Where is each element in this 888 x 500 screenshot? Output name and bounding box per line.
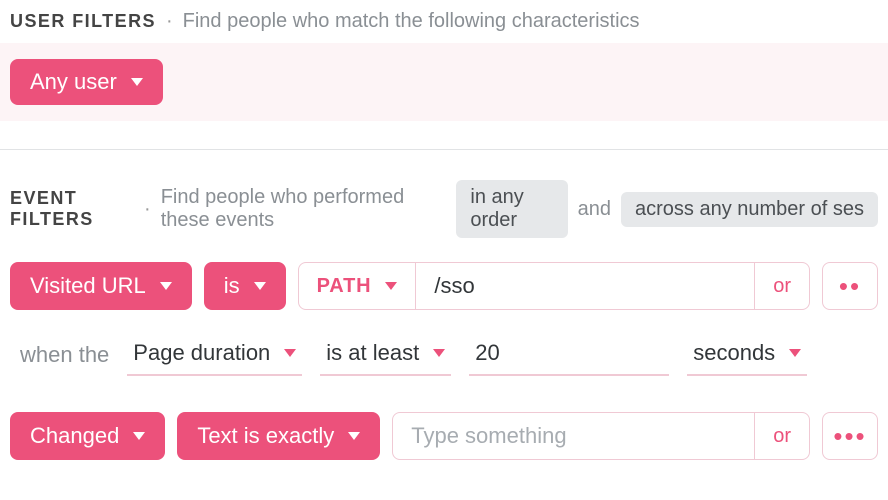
chevron-down-icon bbox=[348, 432, 360, 440]
user-filters-title: USER FILTERS bbox=[10, 11, 156, 32]
section-divider bbox=[0, 149, 888, 150]
url-path-input[interactable] bbox=[416, 263, 754, 309]
operator-is-label: is bbox=[224, 273, 240, 299]
unit-dropdown[interactable]: seconds bbox=[687, 334, 807, 376]
comparator-label: is at least bbox=[326, 340, 419, 366]
chevron-down-icon bbox=[133, 432, 145, 440]
event-filters-title: EVENT FILTERS bbox=[10, 188, 134, 230]
and-text: and bbox=[578, 198, 611, 221]
visited-url-label: Visited URL bbox=[30, 273, 146, 299]
event-row-visited-url: Visited URL is PATH or •• bbox=[0, 248, 888, 324]
separator-dot: · bbox=[144, 198, 151, 221]
url-match-group: PATH or bbox=[298, 262, 810, 310]
event-when-row: when the Page duration is at least secon… bbox=[0, 324, 888, 398]
event-row-changed: Changed Text is exactly or ••• bbox=[0, 398, 888, 474]
text-is-exactly-dropdown[interactable]: Text is exactly bbox=[177, 412, 380, 460]
text-is-exactly-label: Text is exactly bbox=[197, 423, 334, 449]
metric-label: Page duration bbox=[133, 340, 270, 366]
user-filters-header: USER FILTERS · Find people who match the… bbox=[0, 0, 888, 43]
chevron-down-icon bbox=[789, 349, 801, 357]
duration-value-input[interactable] bbox=[469, 334, 669, 376]
chevron-down-icon bbox=[284, 349, 296, 357]
chevron-down-icon bbox=[385, 282, 397, 290]
unit-label: seconds bbox=[693, 340, 775, 366]
event-filters-header: EVENT FILTERS · Find people who performe… bbox=[0, 170, 888, 248]
user-filters-row: Any user bbox=[0, 43, 888, 121]
operator-is-dropdown[interactable]: is bbox=[204, 262, 286, 310]
metric-dropdown[interactable]: Page duration bbox=[127, 334, 302, 376]
any-user-label: Any user bbox=[30, 69, 117, 95]
order-chip[interactable]: in any order bbox=[456, 180, 567, 238]
chevron-down-icon bbox=[131, 78, 143, 86]
more-options-button[interactable]: ••• bbox=[822, 412, 878, 460]
chevron-down-icon bbox=[433, 349, 445, 357]
event-filters-description: Find people who performed these events bbox=[161, 186, 447, 232]
text-match-input[interactable] bbox=[393, 413, 754, 459]
text-match-group: or bbox=[392, 412, 810, 460]
any-user-dropdown[interactable]: Any user bbox=[10, 59, 163, 105]
or-button[interactable]: or bbox=[754, 263, 809, 309]
url-mode-label: PATH bbox=[317, 275, 372, 298]
changed-label: Changed bbox=[30, 423, 119, 449]
or-button[interactable]: or bbox=[754, 413, 809, 459]
url-mode-path-dropdown[interactable]: PATH bbox=[299, 263, 417, 309]
when-the-text: when the bbox=[20, 342, 109, 368]
visited-url-dropdown[interactable]: Visited URL bbox=[10, 262, 192, 310]
separator-dot: · bbox=[166, 10, 173, 33]
chevron-down-icon bbox=[254, 282, 266, 290]
changed-dropdown[interactable]: Changed bbox=[10, 412, 165, 460]
more-options-button[interactable]: •• bbox=[822, 262, 878, 310]
chevron-down-icon bbox=[160, 282, 172, 290]
user-filters-description: Find people who match the following char… bbox=[183, 10, 640, 33]
comparator-dropdown[interactable]: is at least bbox=[320, 334, 451, 376]
scope-chip[interactable]: across any number of ses bbox=[621, 192, 878, 227]
